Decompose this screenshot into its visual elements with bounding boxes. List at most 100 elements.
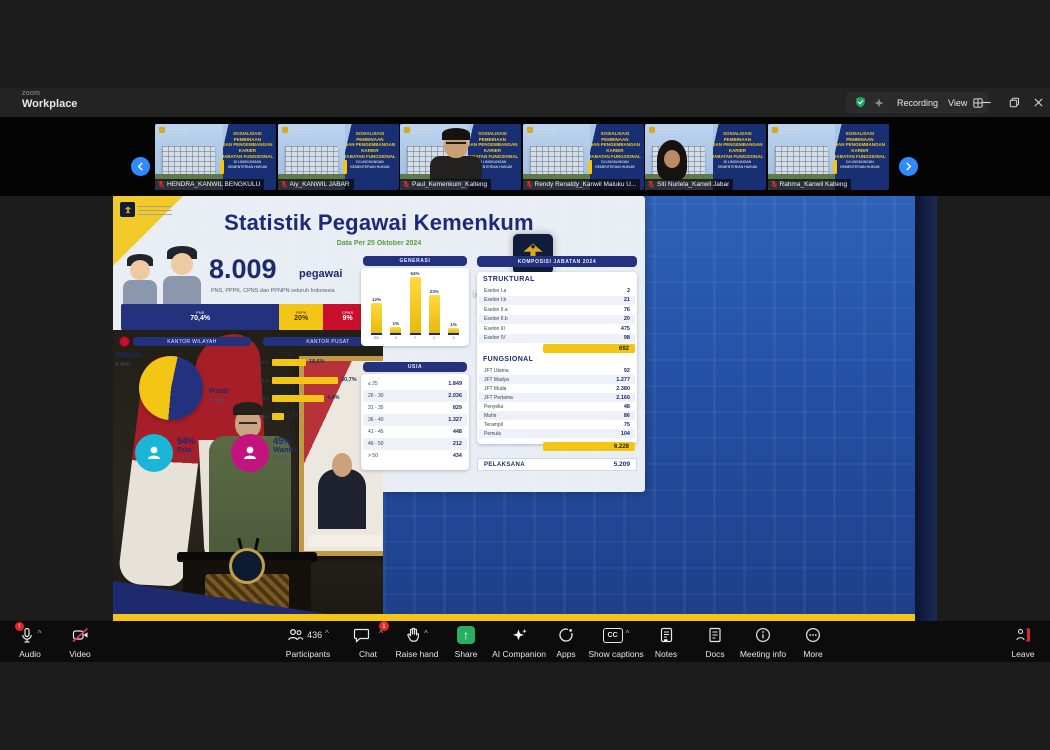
chat-icon bbox=[353, 627, 370, 643]
portrait-head bbox=[332, 453, 352, 477]
total-employees-value: 8.009 bbox=[209, 254, 277, 285]
ministry-mini-text bbox=[780, 127, 802, 133]
chat-options-caret[interactable]: ^ bbox=[379, 629, 383, 638]
struktural-row: Eselon II.a76 bbox=[479, 305, 635, 315]
participant-name: HENDRA_KANWIL BENGKULU bbox=[167, 181, 260, 188]
muted-mic-icon bbox=[402, 180, 410, 189]
participant-name-tag: Rahma_Kanwil Kalteng bbox=[768, 179, 852, 190]
participant-glasses bbox=[446, 142, 466, 148]
generation-bar: 1% X bbox=[390, 321, 401, 340]
apps-icon bbox=[558, 627, 574, 643]
participant-tile[interactable]: SOSIALISASI PEMBINAAN DAN PENGEMBANGAN K… bbox=[400, 124, 521, 190]
grade-bar bbox=[272, 359, 306, 366]
more-icon bbox=[805, 627, 821, 643]
participant-name-tag: Paul_Kemenkum_Kalteng bbox=[400, 179, 491, 190]
security-shield-icon[interactable] bbox=[854, 96, 867, 109]
struktural-row: Eselon I.b21 bbox=[479, 296, 635, 306]
maximize-button[interactable] bbox=[1006, 94, 1022, 110]
slide-subtitle: Data Per 25 Oktober 2024 bbox=[113, 240, 645, 247]
participant-tile[interactable]: SOSIALISASI PEMBINAAN DAN PENGEMBANGAN K… bbox=[768, 124, 889, 190]
age-row: > 50434 bbox=[363, 450, 467, 462]
muted-mic-icon bbox=[525, 180, 533, 189]
generation-bar: 1% A bbox=[448, 322, 459, 340]
participants-count: 436 bbox=[307, 630, 322, 640]
main-stage-video: KEMENTERIAN HUKUM REPUBLIK INDONESIA bbox=[113, 196, 937, 621]
fungsional-title: FUNGSIONAL bbox=[483, 356, 533, 363]
audio-options-caret[interactable]: ^ bbox=[38, 629, 42, 638]
filmstrip-next-button[interactable] bbox=[899, 157, 918, 176]
building-graphic bbox=[162, 146, 215, 176]
status-segment-pppk: PPPK 20% bbox=[279, 304, 323, 330]
muted-mic-icon bbox=[647, 180, 655, 189]
struktural-total: 692 bbox=[543, 344, 635, 353]
participants-options-caret[interactable]: ^ bbox=[325, 629, 329, 638]
grade-bar bbox=[272, 377, 338, 384]
pie-left-value: 4.450 bbox=[115, 362, 130, 368]
ai-companion-status-icon[interactable] bbox=[873, 97, 885, 109]
struktural-row: Eselon III475 bbox=[479, 324, 635, 334]
age-row: 31 - 35829 bbox=[363, 402, 467, 414]
leave-icon bbox=[1015, 627, 1032, 643]
video-filmstrip: SOSIALISASI PEMBINAAN DAN PENGEMBANGAN K… bbox=[0, 117, 1050, 196]
ministry-mini-logo bbox=[282, 127, 288, 133]
minimize-button[interactable] bbox=[978, 94, 994, 110]
wilayah-pusat-pie-chart bbox=[139, 356, 203, 420]
participant-face bbox=[664, 150, 680, 168]
zoom-logo: zoom bbox=[22, 90, 40, 97]
participant-tile[interactable]: SOSIALISASI PEMBINAAN DAN PENGEMBANGAN K… bbox=[645, 124, 766, 190]
zoom-meeting-window: zoom Workplace Recording View bbox=[0, 0, 1050, 750]
speaker-glasses bbox=[239, 422, 257, 427]
event-banner: SOSIALISASI PEMBINAAN DAN PENGEMBANGAN K… bbox=[221, 131, 274, 169]
ministry-mini-logo bbox=[649, 127, 655, 133]
age-row: ≤ 251.849 bbox=[363, 378, 467, 390]
fungsional-row: Mahir86 bbox=[479, 411, 635, 420]
presentation-slide: Statistik Pegawai Kemenkum Data Per 25 O… bbox=[113, 196, 645, 492]
total-employees-unit: pegawai bbox=[299, 268, 342, 280]
captions-options-caret[interactable]: ^ bbox=[626, 629, 630, 638]
notes-icon bbox=[659, 627, 674, 643]
participant-tile[interactable]: SOSIALISASI PEMBINAAN DAN PENGEMBANGAN K… bbox=[523, 124, 644, 190]
more-button[interactable]: More bbox=[781, 626, 845, 659]
fungsional-total: 6.228 bbox=[543, 442, 635, 451]
fungsional-row: Pemula104 bbox=[479, 429, 635, 438]
raise-hand-options-caret[interactable]: ^ bbox=[424, 629, 428, 638]
struktural-row: Eselon II.b20 bbox=[479, 315, 635, 325]
participant-name-tag: Siti Nurlela_Kanwil Jabar bbox=[645, 179, 733, 190]
share-screen-icon: ↑ bbox=[457, 626, 475, 644]
leave-button[interactable]: Leave bbox=[991, 626, 1050, 659]
close-button[interactable] bbox=[1030, 94, 1046, 110]
grade-bar-row: Gol III 30,7% bbox=[249, 374, 371, 386]
participant-tile[interactable]: SOSIALISASI PEMBINAAN DAN PENGEMBANGAN K… bbox=[155, 124, 276, 190]
male-stats: 54% Pria 4.349 bbox=[177, 436, 195, 461]
participant-name-tag: Rendy Renaldy_Kanwil Maluku U... bbox=[523, 179, 641, 190]
screen-bezel bbox=[915, 196, 937, 621]
generation-bar: 12% BB bbox=[371, 297, 382, 340]
ministry-mini-logo bbox=[404, 127, 410, 133]
grade-bar bbox=[272, 395, 324, 402]
jabatan-panel-header: KOMPOSISI JABATAN 2024 bbox=[477, 256, 637, 267]
participants-button[interactable]: 436 ^ Participants bbox=[270, 626, 346, 659]
filmstrip-prev-button[interactable] bbox=[131, 157, 150, 176]
workspace-label: Workplace bbox=[22, 98, 77, 110]
pie-right-value: 3.559 bbox=[209, 398, 224, 404]
view-button-label[interactable]: View bbox=[948, 98, 967, 108]
portrait-figure bbox=[318, 469, 366, 529]
event-banner: SOSIALISASI PEMBINAAN DAN PENGEMBANGAN K… bbox=[711, 131, 764, 169]
ministry-mini-text bbox=[167, 127, 189, 133]
participant-name: Paul_Kemenkum_Kalteng bbox=[412, 181, 487, 188]
participant-name-tag: HENDRA_KANWIL BENGKULU bbox=[155, 179, 264, 190]
pie-left-label: Wilayah bbox=[115, 352, 141, 359]
age-row: 41 - 45448 bbox=[363, 426, 467, 438]
portrait-label bbox=[308, 535, 382, 547]
female-percentage-circle bbox=[231, 434, 269, 472]
participant-name-tag: Aiy_KANWIL JABAR bbox=[278, 179, 354, 190]
generation-panel-title: GENERASI bbox=[363, 256, 467, 266]
ministry-mini-logo bbox=[772, 127, 778, 133]
building-graphic bbox=[775, 146, 828, 176]
video-button[interactable]: Video bbox=[48, 626, 112, 659]
age-panel-title: USIA bbox=[363, 362, 467, 372]
ministry-mini-logo bbox=[527, 127, 533, 133]
participants-icon bbox=[287, 627, 304, 643]
participant-tile[interactable]: SOSIALISASI PEMBINAAN DAN PENGEMBANGAN K… bbox=[278, 124, 399, 190]
grade-bar-row: Gol I 1,7% bbox=[249, 410, 371, 422]
